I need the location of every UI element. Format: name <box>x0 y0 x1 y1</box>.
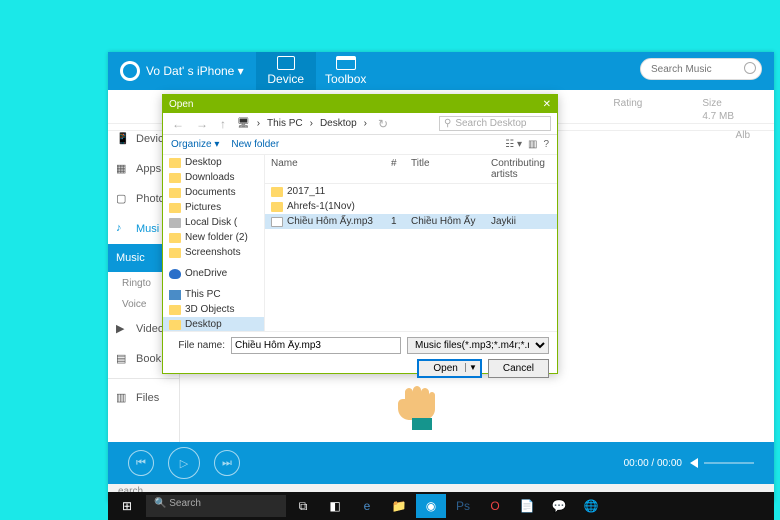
view-button[interactable]: ☷ ▾ <box>505 139 522 150</box>
device-dropdown[interactable]: Vo Dat' s iPhone ▾ <box>108 61 256 81</box>
player-time: 00:00 / 00:00 <box>624 458 682 469</box>
pointer-hand-icon <box>390 378 450 432</box>
open-button[interactable]: Open <box>417 359 481 378</box>
taskbar-app[interactable]: 💬 <box>544 494 574 518</box>
apps-icon: ▦ <box>116 162 130 176</box>
play-button[interactable]: ▷ <box>168 447 200 479</box>
video-icon: ▶ <box>116 322 130 336</box>
new-folder-button[interactable]: New folder <box>231 139 279 150</box>
phone-icon: 📱 <box>116 132 130 146</box>
task-view-button[interactable]: ⧉ <box>288 494 318 518</box>
brand-icon <box>120 61 140 81</box>
dialog-title-bar: Open ✕ <box>163 95 557 113</box>
tree-pictures[interactable]: Pictures <box>163 200 264 215</box>
sidebar-item-files[interactable]: ▥Files <box>108 383 179 413</box>
dialog-close-button[interactable]: ✕ <box>543 99 551 110</box>
book-icon: ▤ <box>116 352 130 366</box>
breadcrumb[interactable]: 🖥 ›This PC ›Desktop› <box>235 117 369 130</box>
tree-onedrive[interactable]: OneDrive <box>163 266 264 281</box>
tab-toolbox[interactable]: Toolbox <box>316 52 376 90</box>
device-label: Vo Dat' s iPhone ▾ <box>146 64 244 78</box>
folder-tree: Desktop Downloads Documents Pictures Loc… <box>163 155 265 331</box>
tree-downloads[interactable]: Downloads <box>163 170 264 185</box>
tree-3dobjects[interactable]: 3D Objects <box>163 302 264 317</box>
files-icon: ▥ <box>116 391 130 405</box>
dialog-nav: ← → ↑ 🖥 ›This PC ›Desktop› ↻ ⚲Search Des… <box>163 113 557 135</box>
filename-input[interactable] <box>231 337 401 354</box>
file-row[interactable]: 2017_11 <box>265 184 557 199</box>
open-dialog: Open ✕ ← → ↑ 🖥 ›This PC ›Desktop› ↻ ⚲Sea… <box>162 94 558 374</box>
file-row[interactable]: Ahrefs-1(1Nov) <box>265 199 557 214</box>
photo-icon: ▢ <box>116 192 130 206</box>
back-button[interactable]: ← <box>169 117 187 131</box>
tree-desktop-selected[interactable]: Desktop <box>163 317 264 331</box>
player-bar: ⏮ ▷ ⏭ 00:00 / 00:00 <box>108 442 774 484</box>
search-icon <box>744 62 756 74</box>
file-row-selected[interactable]: Chiều Hôm Ấy.mp31Chiều Hôm ẤyJaykii <box>265 214 557 229</box>
toolbox-icon <box>336 56 356 70</box>
file-list: Name # Title Contributing artists 2017_1… <box>265 155 557 331</box>
folder-icon: 🖥 <box>235 117 252 130</box>
taskbar-app[interactable]: 🌐 <box>576 494 606 518</box>
forward-button[interactable]: → <box>193 117 211 131</box>
file-headers[interactable]: Name # Title Contributing artists <box>265 155 557 184</box>
cancel-button[interactable]: Cancel <box>488 359 549 378</box>
filetype-select[interactable]: Music files(*.mp3;*.m4r;*.m4a;* <box>407 337 549 354</box>
up-button[interactable]: ↑ <box>217 117 229 131</box>
help-button[interactable]: ? <box>543 139 549 150</box>
taskbar-app[interactable]: 📁 <box>384 494 414 518</box>
taskbar: ⊞ 🔍 Search ⧉ ◧ e 📁 ◉ Ps O 📄 💬 🌐 <box>108 492 774 520</box>
tree-screenshots[interactable]: Screenshots <box>163 245 264 260</box>
preview-button[interactable]: ▥ <box>528 139 537 150</box>
dialog-search-input[interactable]: ⚲Search Desktop <box>439 116 551 131</box>
tree-newfolder[interactable]: New folder (2) <box>163 230 264 245</box>
next-button[interactable]: ⏭ <box>214 450 240 476</box>
dialog-footer: File name: Music files(*.mp3;*.m4r;*.m4a… <box>163 331 557 383</box>
taskbar-app[interactable]: O <box>480 494 510 518</box>
dialog-toolbar: Organize ▾ New folder ☷ ▾ ▥ ? <box>163 135 557 155</box>
taskbar-app[interactable]: ◉ <box>416 494 446 518</box>
filename-label: File name: <box>171 340 225 351</box>
tree-thispc[interactable]: This PC <box>163 287 264 302</box>
music-icon: ♪ <box>116 222 130 236</box>
tab-device[interactable]: Device <box>256 52 316 90</box>
start-button[interactable]: ⊞ <box>112 494 142 518</box>
device-icon <box>277 56 295 70</box>
tree-documents[interactable]: Documents <box>163 185 264 200</box>
taskbar-app[interactable]: ◧ <box>320 494 350 518</box>
taskbar-app[interactable]: Ps <box>448 494 478 518</box>
volume-slider[interactable] <box>704 462 754 464</box>
taskbar-app[interactable]: e <box>352 494 382 518</box>
prev-button[interactable]: ⏮ <box>128 450 154 476</box>
organize-button[interactable]: Organize ▾ <box>171 139 219 150</box>
tree-localdisk[interactable]: Local Disk ( <box>163 215 264 230</box>
taskbar-app[interactable]: 📄 <box>512 494 542 518</box>
refresh-button[interactable]: ↻ <box>375 117 391 131</box>
tree-desktop[interactable]: Desktop <box>163 155 264 170</box>
taskbar-search[interactable]: 🔍 Search <box>146 495 286 517</box>
